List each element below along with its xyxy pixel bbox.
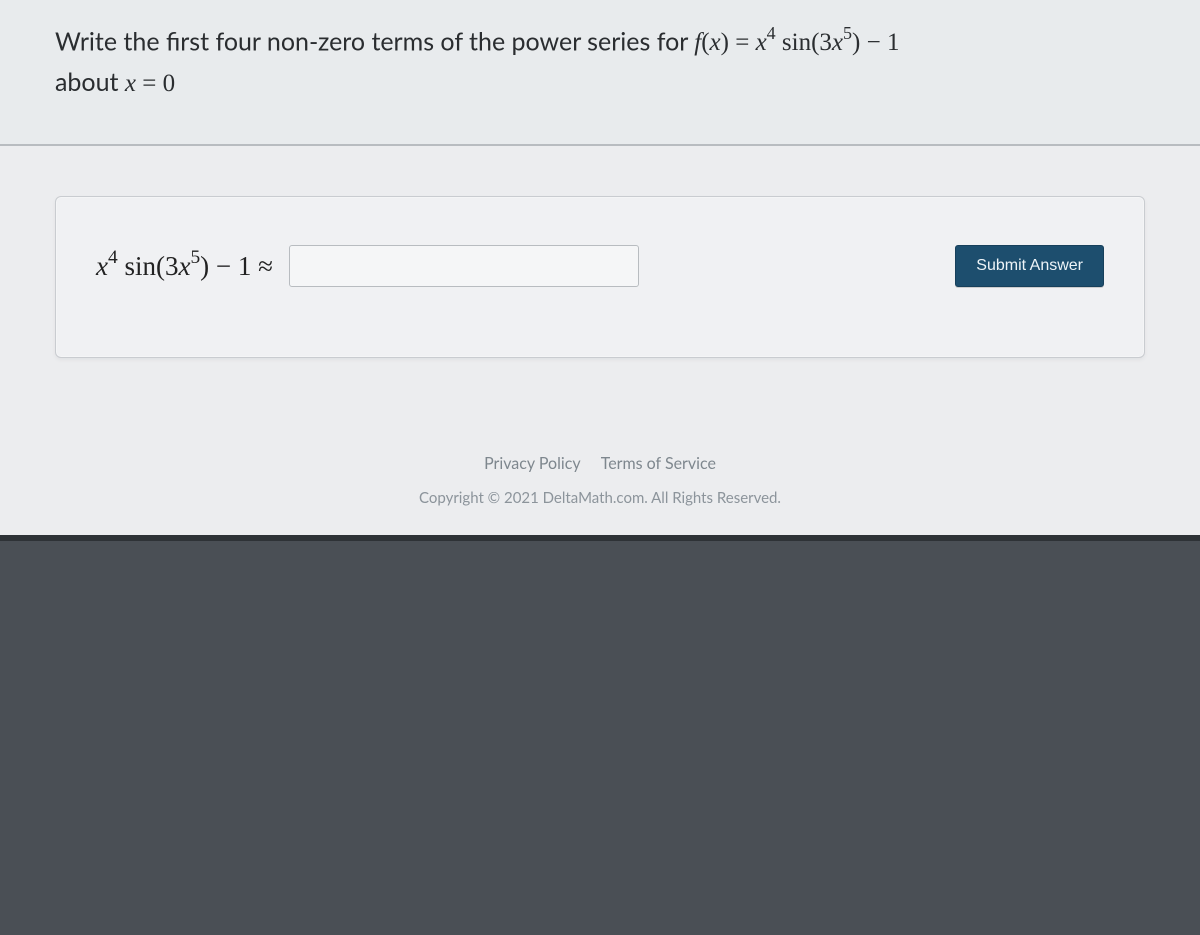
- question-function: f(x) = x4 sin(3x5) − 1: [694, 29, 899, 56]
- question-text: Write the first four non-zero terms of t…: [55, 22, 1145, 144]
- footer-links: Privacy Policy Terms of Service: [0, 428, 1200, 483]
- terms-link[interactable]: Terms of Service: [601, 454, 716, 473]
- privacy-link[interactable]: Privacy Policy: [484, 454, 581, 473]
- answer-card: x4 sin(3x5) − 1 ≈ Submit Answer: [55, 196, 1145, 358]
- answer-lhs: x4 sin(3x5) − 1 ≈: [96, 249, 273, 282]
- answer-input[interactable]: [289, 245, 639, 287]
- question-suffix: about: [55, 67, 125, 97]
- answer-row: x4 sin(3x5) − 1 ≈ Submit Answer: [96, 245, 1104, 287]
- question-prefix: Write the first four non-zero terms of t…: [55, 26, 694, 56]
- answer-zone: x4 sin(3x5) − 1 ≈ Submit Answer: [0, 146, 1200, 428]
- question-area: Write the first four non-zero terms of t…: [0, 0, 1200, 146]
- submit-button[interactable]: Submit Answer: [955, 245, 1104, 287]
- copyright-text: Copyright © 2021 DeltaMath.com. All Righ…: [0, 483, 1200, 535]
- below-fold-dark: [0, 535, 1200, 935]
- question-about: x = 0: [125, 70, 175, 97]
